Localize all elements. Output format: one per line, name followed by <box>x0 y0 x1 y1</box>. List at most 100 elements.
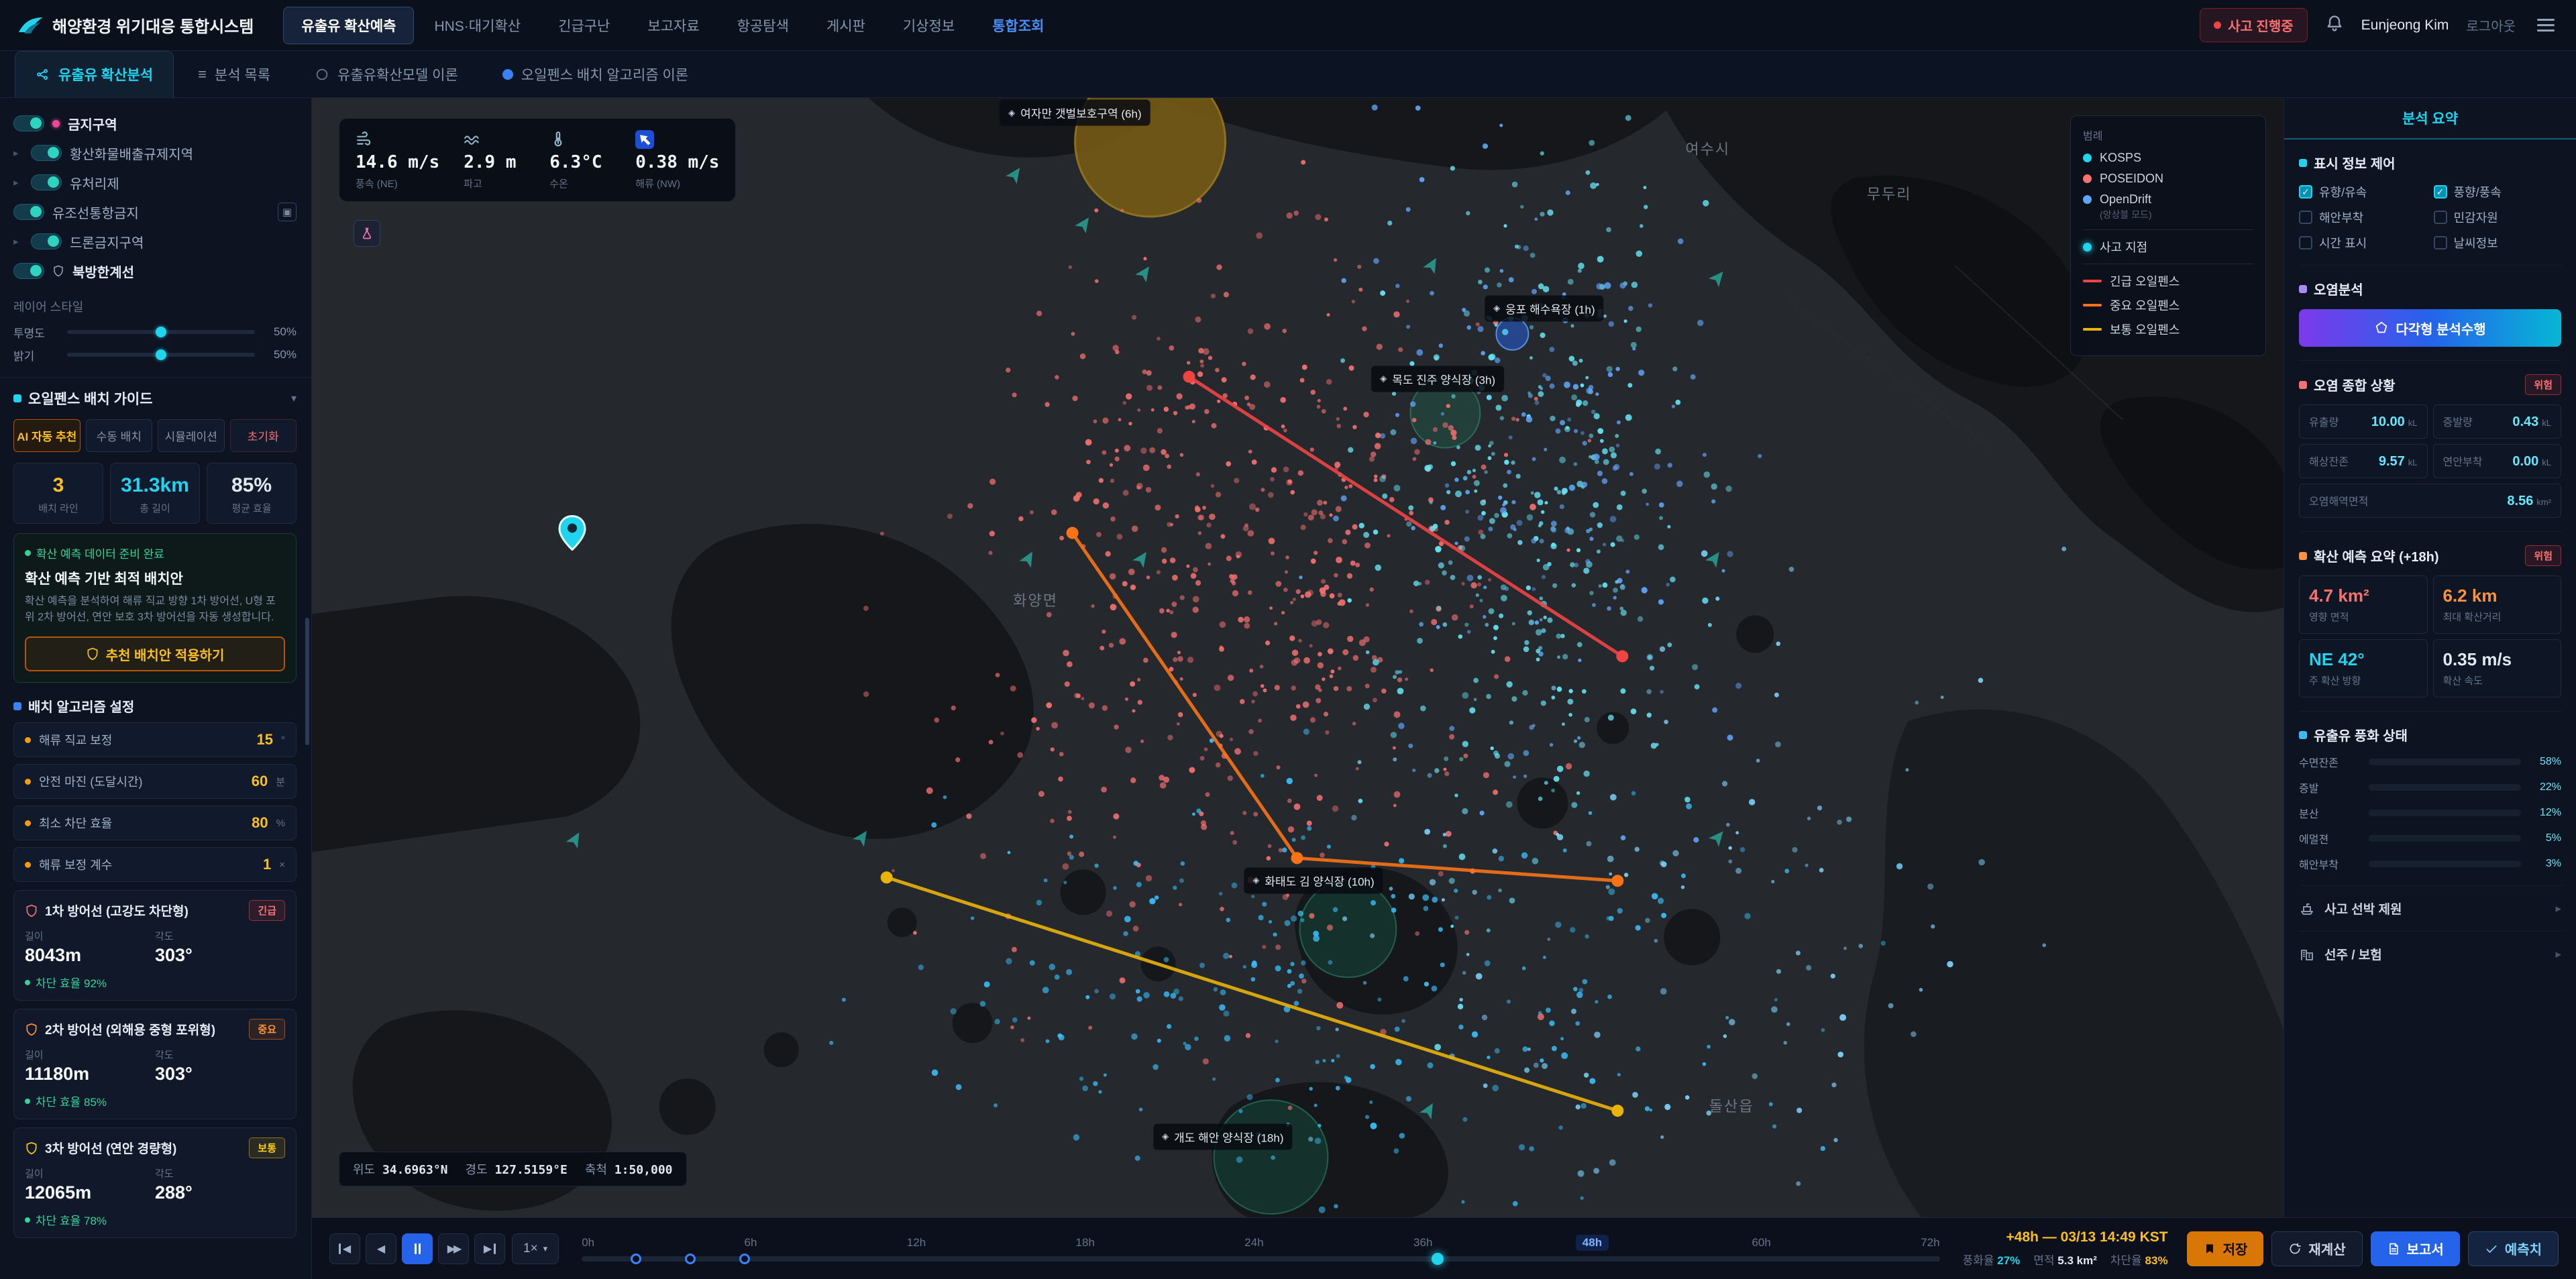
fast-forward-button[interactable]: ▶▶ <box>438 1233 469 1264</box>
map-base[interactable] <box>312 98 2284 1217</box>
opacity-slider-row: 투명도 50% <box>13 321 297 343</box>
timeline-track[interactable] <box>582 1256 1939 1262</box>
skip-start-button[interactable]: ◀ <box>329 1233 360 1264</box>
tab-boom-algorithm-theory[interactable]: 오일펜스 배치 알고리즘 이론 <box>482 51 708 97</box>
defense-line-card-3[interactable]: 3차 방어선 (연안 경량형) 보통 길이 12065m 각도 288° 차단 … <box>13 1127 297 1238</box>
timeline-tick[interactable]: 60h <box>1752 1236 1770 1249</box>
timeline-tick[interactable]: 24h <box>1244 1236 1263 1249</box>
algo-row-current-coefficient[interactable]: 해류 보정 계수 1 × <box>13 847 297 882</box>
nav-item-aerial-search[interactable]: 항공탐색 <box>720 7 806 44</box>
timeline-tick-active[interactable]: 48h <box>1576 1235 1609 1251</box>
algo-row-current-orthogonal[interactable]: 해류 직교 보정 15 ° <box>13 722 297 757</box>
logout-button[interactable]: 로그아웃 <box>2466 15 2516 35</box>
timeline-event-marker[interactable] <box>739 1254 750 1264</box>
checkbox[interactable] <box>2434 185 2447 199</box>
notifications-button[interactable] <box>2325 14 2344 37</box>
option-wind[interactable]: 풍향/풍속 <box>2434 183 2562 201</box>
timeline-tick[interactable]: 18h <box>1076 1236 1095 1249</box>
apply-recommendation-button[interactable]: 추천 배치안 적용하기 <box>25 636 285 671</box>
nav-item-spill-forecast[interactable]: 유출유 확산예측 <box>283 7 414 44</box>
boom-stats: 3 배치 라인 31.3km 총 길이 85% 평균 효율 <box>13 463 297 524</box>
layer-toggle[interactable] <box>31 145 62 161</box>
timeline-tick[interactable]: 12h <box>907 1236 926 1249</box>
timeline-tick[interactable]: 72h <box>1921 1236 1939 1249</box>
app-title: 해양환경 위기대응 통합시스템 <box>52 13 254 37</box>
weather-current: 0.38 m/s 해류 (NW) <box>635 129 719 190</box>
checkbox[interactable] <box>2299 185 2312 199</box>
layer-toggle[interactable] <box>13 115 44 131</box>
dispersant-tool-button[interactable] <box>354 220 380 247</box>
checkbox[interactable] <box>2299 211 2312 224</box>
tree-caret-icon[interactable]: ▸ <box>13 235 23 247</box>
incident-status-button[interactable]: 사고 진행중 <box>2200 8 2308 42</box>
timeline-tick[interactable]: 0h <box>582 1236 594 1249</box>
skip-end-button[interactable]: ▶ <box>474 1233 505 1264</box>
timeline-tick[interactable]: 6h <box>745 1236 757 1249</box>
metric-stranded: 연안부착 0.00kL <box>2433 444 2562 478</box>
boom-guide-header[interactable]: 오일펜스 배치 가이드 ▾ <box>13 388 297 408</box>
layer-toggle[interactable] <box>13 263 44 279</box>
defense-line-card-2[interactable]: 2차 방어선 (외해용 중형 포위형) 중요 길이 11180m 각도 303°… <box>13 1009 297 1119</box>
timeline-event-marker[interactable] <box>685 1254 696 1264</box>
nav-item-weather[interactable]: 기상정보 <box>885 7 972 44</box>
tab-spill-analysis[interactable]: 유출유 확산분석 <box>15 51 174 97</box>
nav-item-rescue[interactable]: 긴급구난 <box>541 7 627 44</box>
chevron-down-icon[interactable]: ▾ <box>291 392 297 405</box>
option-time[interactable]: 시간 표시 <box>2299 234 2427 252</box>
option-weather[interactable]: 날씨정보 <box>2434 234 2562 252</box>
slider-thumb[interactable] <box>156 349 166 360</box>
polygon-analysis-button[interactable]: 다각형 분석수행 <box>2299 309 2561 347</box>
left-scrollbar[interactable] <box>305 618 309 745</box>
mode-manual-button[interactable]: 수동 배치 <box>86 419 153 452</box>
tab-analysis-list[interactable]: ≡ 분석 목록 <box>178 51 290 97</box>
save-button[interactable]: 저장 <box>2187 1231 2264 1266</box>
weathering-row: 분산 12% <box>2299 805 2561 821</box>
layer-options-icon[interactable]: ▣ <box>278 203 297 221</box>
tree-caret-icon[interactable]: ▸ <box>13 176 23 188</box>
map-canvas[interactable]: 여수시 무두리 화양면 돌산읍 ◈여자만 갯벌보호구역 (6h) ◈웅포 해수욕… <box>312 98 2284 1217</box>
nav-item-hns[interactable]: HNS·대기확산 <box>417 7 538 44</box>
option-sensitive[interactable]: 민감자원 <box>2434 209 2562 226</box>
ship-specs-section[interactable]: 사고 선박 제원 ▸ <box>2299 886 2561 932</box>
playback-speed-select[interactable]: 1× ▾ <box>512 1233 559 1264</box>
owner-insurance-section[interactable]: 선주 / 보험 ▸ <box>2299 932 2561 977</box>
playhead[interactable] <box>1432 1253 1444 1265</box>
defense-line-title: 3차 방어선 (연안 경량형) <box>45 1139 242 1157</box>
metric-remaining: 해상잔존 9.57kL <box>2299 444 2428 478</box>
layer-toggle[interactable] <box>13 204 44 220</box>
option-stranding[interactable]: 해안부착 <box>2299 209 2427 226</box>
checkbox[interactable] <box>2434 236 2447 249</box>
recalculate-button[interactable]: 재계산 <box>2271 1231 2362 1266</box>
report-button[interactable]: 보고서 <box>2371 1231 2460 1266</box>
opacity-slider[interactable] <box>67 330 255 334</box>
analysis-summary-tab[interactable]: 분석 요약 <box>2284 98 2576 140</box>
nav-item-reports[interactable]: 보고자료 <box>630 7 716 44</box>
prediction-button[interactable]: 예측치 <box>2468 1231 2559 1266</box>
menu-button[interactable] <box>2533 15 2559 36</box>
step-back-button[interactable]: ◀ <box>366 1233 396 1264</box>
timeline-tick[interactable]: 36h <box>1413 1236 1432 1249</box>
tab-model-theory[interactable]: 유출유확산모델 이론 <box>294 51 478 97</box>
mode-simulation-button[interactable]: 시뮬레이션 <box>158 419 225 452</box>
pause-button[interactable] <box>402 1233 433 1264</box>
algo-row-safety-margin[interactable]: 안전 마진 (도달시간) 60 분 <box>13 764 297 799</box>
containment-rate: 83% <box>2145 1254 2168 1267</box>
defense-line-card-1[interactable]: 1차 방어선 (고강도 차단형) 긴급 길이 8043m 각도 303° 차단 … <box>13 890 297 1001</box>
timeline-bar: ◀ ◀ ▶▶ ▶ 1× ▾ 0h 6h 12h 18h 24h 36h 48h … <box>312 1217 2576 1279</box>
setting-dot-icon <box>25 779 31 785</box>
layer-toggle[interactable] <box>31 174 62 190</box>
algo-row-min-efficiency[interactable]: 최소 차단 효율 80 % <box>13 805 297 840</box>
checkbox[interactable] <box>2434 211 2447 224</box>
nav-item-board[interactable]: 게시판 <box>809 7 883 44</box>
layer-toggle[interactable] <box>31 233 62 249</box>
slider-thumb[interactable] <box>156 327 166 337</box>
checkbox[interactable] <box>2299 236 2312 249</box>
mode-reset-button[interactable]: 초기화 <box>230 419 297 452</box>
option-current[interactable]: 유향/유속 <box>2299 183 2427 201</box>
tree-caret-icon[interactable]: ▸ <box>13 147 23 159</box>
stat-value: 3 <box>14 474 103 497</box>
nav-item-integrated-search[interactable]: 통합조회 <box>975 7 1061 44</box>
brightness-slider[interactable] <box>67 353 255 357</box>
mode-ai-auto-button[interactable]: AI 자동 추천 <box>13 419 80 452</box>
timeline-event-marker[interactable] <box>631 1254 641 1264</box>
